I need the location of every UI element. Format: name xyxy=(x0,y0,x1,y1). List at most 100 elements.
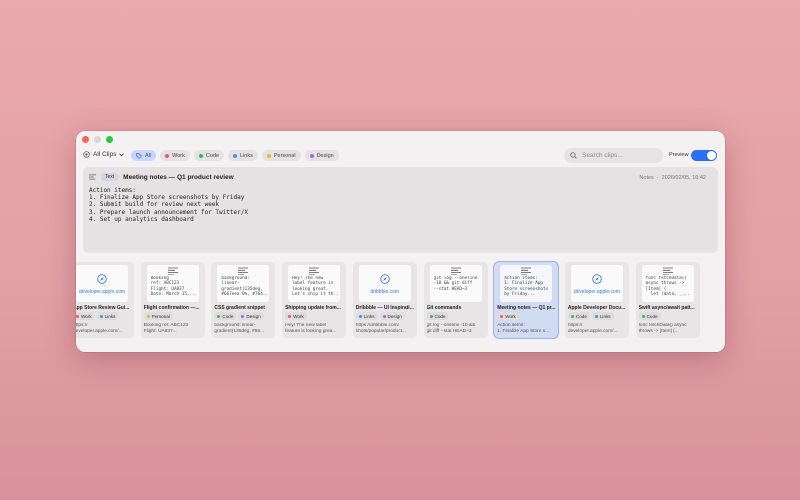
all-clips-label: All Clips xyxy=(93,151,117,158)
filter-chip-code[interactable]: Code xyxy=(193,150,225,161)
filter-chip-work[interactable]: Work xyxy=(160,150,190,161)
tag-color-dot xyxy=(382,314,386,318)
clip-tags: Code xyxy=(426,312,449,320)
search-icon xyxy=(570,152,577,159)
filter-color-dot xyxy=(309,153,314,158)
clip-card[interactable]: func fetchData() async throws -> [Item] … xyxy=(635,262,700,338)
clip-thumbnail: background: linear- gradient(135deg, #66… xyxy=(217,265,270,302)
clip-thumbnail: Action items: 1. Finalize App Store scre… xyxy=(500,265,553,302)
tag-color-dot xyxy=(641,314,645,318)
link-domain: developer.apple.com xyxy=(573,289,620,295)
clip-thumbnail: Hey! The new label feature is looking gr… xyxy=(288,265,341,302)
clipboard-window: All Clips All Work Code Links Personal Design… xyxy=(76,131,725,352)
tag-label: Work xyxy=(505,313,516,319)
clip-title: Dribbble — UI Inspirati... xyxy=(355,305,414,311)
thumbnail-text: git log --oneline -10 && git diff --stat… xyxy=(433,276,478,292)
filter-color-dot xyxy=(198,153,203,158)
clip-tags: Work Links xyxy=(76,312,119,320)
text-lines-icon xyxy=(167,267,178,275)
filter-chips: All Work Code Links Personal Design xyxy=(131,150,339,161)
tag-color-dot xyxy=(500,314,504,318)
tag-label: Design xyxy=(387,313,402,319)
compass-icon xyxy=(97,274,107,284)
clip-thumbnail: developer.apple.com xyxy=(76,265,128,302)
link-domain: developer.apple.com xyxy=(78,289,126,295)
tag-links: Links xyxy=(355,312,378,320)
filter-chip-label: All xyxy=(145,152,152,159)
preview-label: Preview xyxy=(669,152,689,158)
tag-work: Work xyxy=(285,312,307,320)
clip-snippet: Booking ref: ABC123 Flight: UA837... xyxy=(143,323,189,334)
tag-color-dot xyxy=(594,314,598,318)
clip-title: Flight confirmation —... xyxy=(143,305,200,311)
tag-label: Links xyxy=(363,313,375,319)
link-domain: dribbble.com xyxy=(370,289,400,295)
clip-card[interactable]: developer.apple.com App Store Review Gui.… xyxy=(76,262,134,338)
tag-color-dot xyxy=(146,314,150,318)
filter-chip-label: Personal xyxy=(273,152,296,159)
filter-color-dot xyxy=(266,153,271,158)
tag-color-dot xyxy=(99,314,103,318)
clip-card[interactable]: dribbble.com Dribbble — UI Inspirati... Li… xyxy=(352,262,417,338)
filter-chip-personal[interactable]: Personal xyxy=(261,150,301,161)
clip-card[interactable]: developer.apple.com Apple Developer Docu.… xyxy=(564,262,629,338)
text-lines-icon xyxy=(238,267,249,275)
clip-card[interactable]: Booking ref: ABC123 Flight: UA837 Date: … xyxy=(140,262,205,338)
clip-title: Meeting notes — Q1 pr... xyxy=(497,305,556,311)
clip-tags: Personal xyxy=(143,312,173,320)
tag-color-dot xyxy=(358,314,362,318)
clip-card[interactable]: background: linear- gradient(135deg, #66… xyxy=(211,262,276,338)
clip-thumbnail: dribbble.com xyxy=(358,265,411,302)
clip-thumbnail: developer.apple.com xyxy=(570,265,623,302)
search-input[interactable] xyxy=(582,152,657,159)
preview-body: Action items: 1. Finalize App Store scre… xyxy=(89,187,248,223)
clip-snippet: https:// developer.apple.com/... xyxy=(76,323,123,334)
filter-chip-all[interactable]: All xyxy=(131,150,157,161)
tag-label: Links xyxy=(599,313,611,319)
tag-links: Links xyxy=(591,312,614,320)
compass-icon xyxy=(592,274,602,284)
chevron-down-icon xyxy=(119,152,125,156)
preview-title: Meeting notes — Q1 product review xyxy=(123,173,234,181)
tag-label: Code xyxy=(575,313,587,319)
clip-card[interactable]: Action items: 1. Finalize App Store scre… xyxy=(494,262,559,338)
close-window-button[interactable] xyxy=(82,136,89,143)
compass-icon xyxy=(380,274,390,284)
clip-snippet: https:// developer.apple.com/... xyxy=(567,323,618,334)
clip-snippet: Action items: 1. Finalize App Store s... xyxy=(497,323,550,334)
tag-links: Links xyxy=(96,312,119,320)
all-clips-menu[interactable]: All Clips xyxy=(83,151,125,158)
tag-color-dot xyxy=(76,314,79,318)
preview-pane: Text Meeting notes — Q1 product review N… xyxy=(83,167,718,253)
clip-type-badge: Text xyxy=(101,173,119,181)
clip-title: App Store Review Gui... xyxy=(76,305,130,311)
tag-color-dot xyxy=(241,314,245,318)
clip-title: Shipping update from... xyxy=(285,305,341,311)
preview-toggle[interactable] xyxy=(691,150,717,161)
zoom-window-button[interactable] xyxy=(106,136,113,143)
text-lines-icon xyxy=(662,267,673,275)
filter-chip-label: Work xyxy=(172,152,185,159)
minimize-window-button[interactable] xyxy=(94,136,101,143)
tag-color-dot xyxy=(429,314,433,318)
search-box[interactable] xyxy=(564,148,663,163)
tag-label: Code xyxy=(434,313,446,319)
filter-chip-links[interactable]: Links xyxy=(228,150,258,161)
text-lines-icon xyxy=(309,267,320,275)
tag-code: Code xyxy=(214,312,237,320)
tag-label: Code xyxy=(222,313,234,319)
clip-thumbnail: Booking ref: ABC123 Flight: UA837 Date: … xyxy=(146,265,199,302)
filter-chip-design[interactable]: Design xyxy=(304,150,339,161)
text-lines-icon xyxy=(521,267,532,275)
tag-label: Design xyxy=(246,313,261,319)
clip-thumbnail: func fetchData() async throws -> [Item] … xyxy=(641,265,694,302)
clip-card[interactable]: git log --oneline -10 && git diff --stat… xyxy=(423,262,488,338)
preview-category: Notes xyxy=(639,175,654,181)
clip-card[interactable]: Hey! The new label feature is looking gr… xyxy=(282,262,347,338)
clip-tags: Work xyxy=(285,312,307,320)
tag-label: Links xyxy=(104,313,116,319)
clips-strip: developer.apple.com App Store Review Gui.… xyxy=(76,262,725,339)
window-controls xyxy=(82,136,113,143)
filter-chip-label: Code xyxy=(205,152,220,159)
tag-work: Work xyxy=(497,312,519,320)
